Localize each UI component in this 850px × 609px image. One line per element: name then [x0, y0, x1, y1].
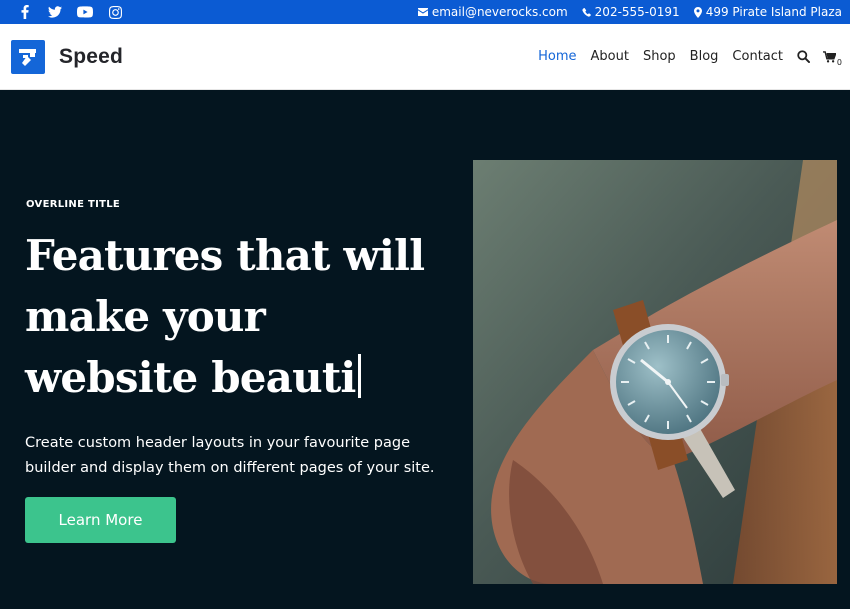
nav-contact[interactable]: Contact: [725, 49, 790, 64]
twitter-icon[interactable]: [40, 2, 70, 22]
address-text: 499 Pirate Island Plaza: [705, 5, 842, 19]
address-link[interactable]: 499 Pirate Island Plaza: [693, 5, 842, 19]
site-header: Speed Home About Shop Blog Contact 0: [0, 24, 850, 90]
instagram-icon[interactable]: [100, 2, 130, 22]
headline-line-3: website beauti: [25, 353, 356, 402]
email-text: email@neverocks.com: [431, 5, 568, 19]
social-links: [10, 2, 130, 22]
wristwatch-photo: [473, 160, 837, 584]
headline-line-2: make your: [25, 292, 266, 341]
brand[interactable]: Speed: [11, 39, 124, 74]
hero-headline: Features that will make your website bea…: [25, 225, 465, 408]
search-icon[interactable]: [790, 45, 816, 69]
cart-icon[interactable]: 0: [816, 45, 842, 69]
map-pin-icon: [693, 6, 702, 18]
main-nav: Home About Shop Blog Contact 0: [531, 45, 842, 69]
phone-icon: [582, 7, 591, 17]
phone-text: 202-555-0191: [594, 5, 680, 19]
email-link[interactable]: email@neverocks.com: [417, 5, 568, 19]
top-bar: email@neverocks.com 202-555-0191 499 Pir…: [0, 0, 850, 24]
hero-description: Create custom header layouts in your fav…: [25, 435, 435, 476]
phone-link[interactable]: 202-555-0191: [582, 5, 680, 19]
hero-overline: OVERLINE TITLE: [26, 199, 121, 210]
learn-more-button[interactable]: Learn More: [25, 497, 176, 543]
nav-about[interactable]: About: [584, 49, 636, 64]
brand-name: Speed: [59, 44, 124, 68]
nav-shop[interactable]: Shop: [636, 49, 683, 64]
logo-icon: [11, 39, 45, 74]
contact-info: email@neverocks.com 202-555-0191 499 Pir…: [417, 5, 842, 19]
envelope-icon: [417, 8, 428, 16]
typing-caret: [357, 354, 361, 398]
facebook-icon[interactable]: [10, 2, 40, 22]
headline-line-1: Features that will: [25, 231, 425, 280]
nav-home[interactable]: Home: [531, 49, 583, 64]
cart-count: 0: [836, 57, 842, 67]
hero-section: OVERLINE TITLE Features that will make y…: [0, 90, 850, 609]
youtube-icon[interactable]: [70, 2, 100, 22]
nav-blog[interactable]: Blog: [683, 49, 726, 64]
